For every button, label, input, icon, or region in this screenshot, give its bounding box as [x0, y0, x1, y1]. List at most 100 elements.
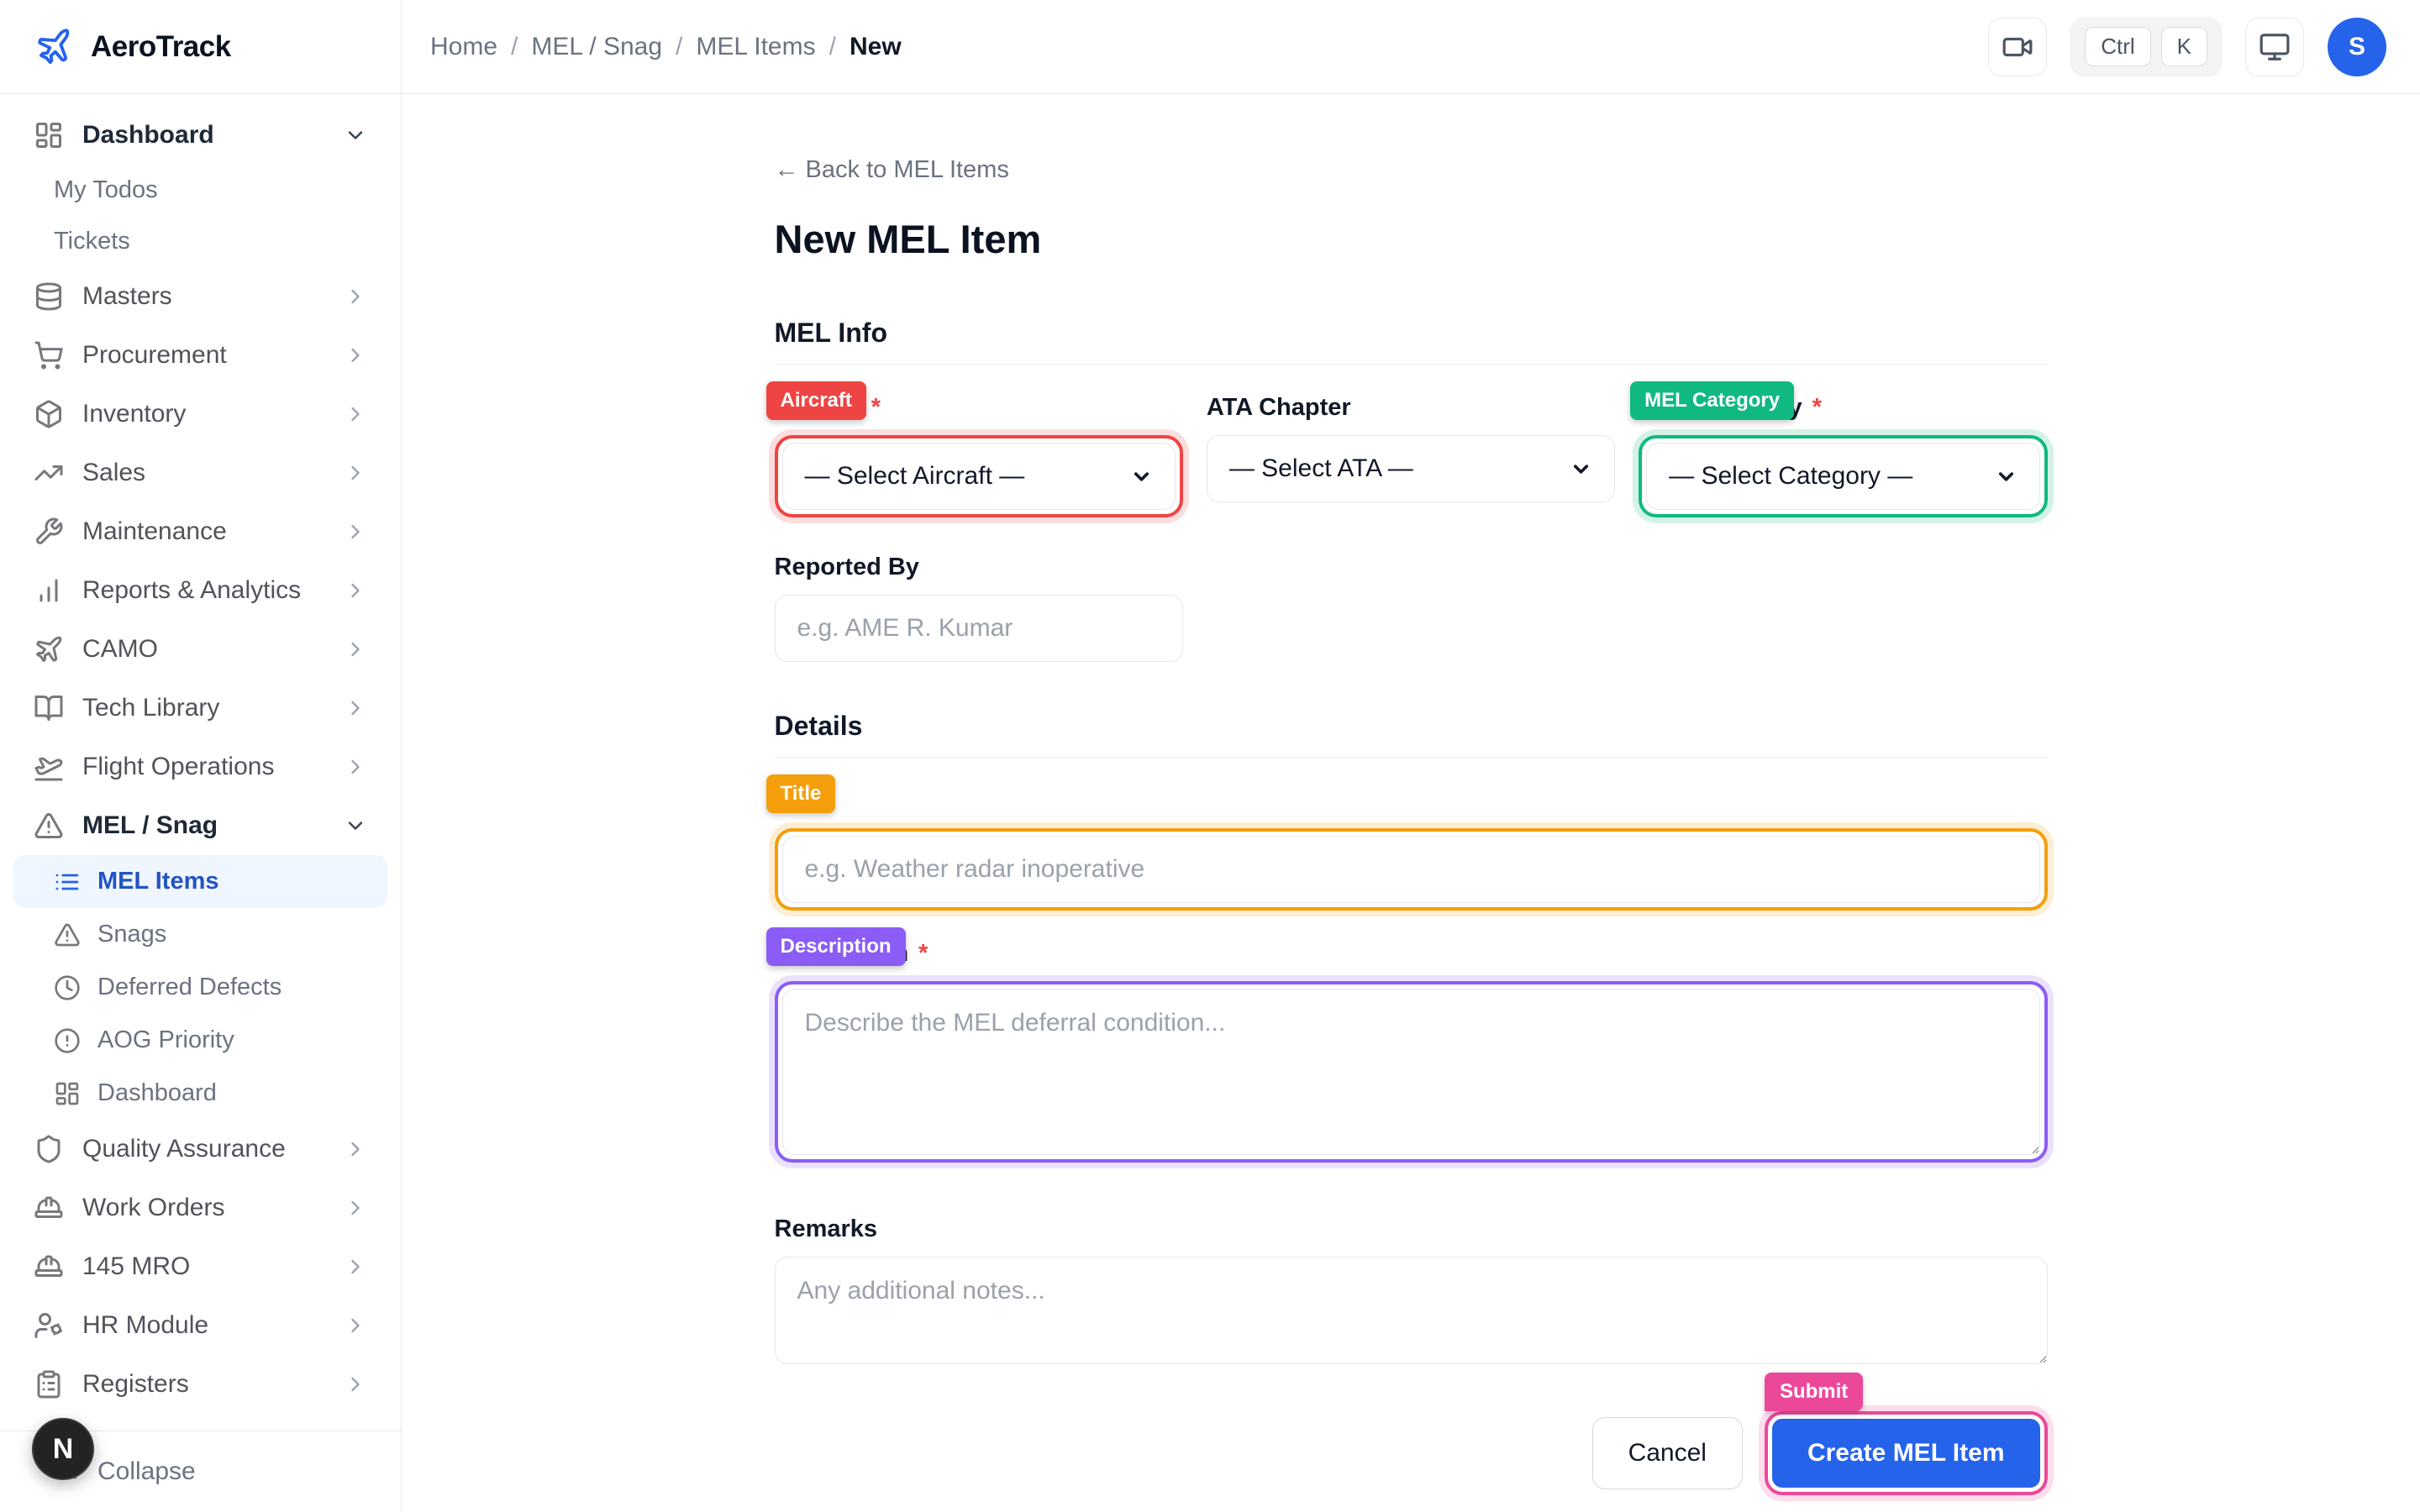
sidebar-item-camo[interactable]: CAMO [13, 620, 387, 679]
ata-chapter-select[interactable]: — Select ATA — [1206, 435, 1616, 502]
cancel-button[interactable]: Cancel [1591, 1417, 1743, 1489]
app-root: AeroTrack Dashboard My Todos Tickets Master… [0, 0, 2420, 1512]
field-mel-category: MEL Category * MEL Category — Select Cat… [1630, 381, 2048, 517]
chevron-down-icon [344, 123, 367, 147]
sidebar-item-mel-items[interactable]: MEL Items [13, 855, 387, 908]
sidebar-item-maintenance[interactable]: Maintenance [13, 502, 387, 561]
sidebar-item-label: My Todos [54, 176, 158, 203]
brand-logo[interactable]: AeroTrack [0, 0, 401, 94]
sidebar-item-sales[interactable]: Sales [13, 444, 387, 502]
plane-logo-icon [33, 25, 76, 69]
clock-icon [54, 974, 81, 1001]
sidebar-item-label: CAMO [82, 635, 158, 663]
sidebar-item-inventory[interactable]: Inventory [13, 385, 387, 444]
dev-overlay-badge[interactable]: N [32, 1418, 94, 1480]
collapse-sidebar-button[interactable]: Collapse [97, 1457, 196, 1486]
sidebar-item-dashboard[interactable]: Dashboard [13, 106, 387, 165]
database-icon [34, 281, 64, 312]
sidebar: AeroTrack Dashboard My Todos Tickets Master… [0, 0, 402, 1512]
main-area: Home / MEL / Snag / MEL Items / New Ctrl K S [402, 0, 2420, 1512]
field-aircraft: Aircraft * Aircraft — Select Aircraft — [765, 381, 1183, 517]
sidebar-item-snags[interactable]: Snags [13, 908, 387, 961]
sidebar-item-label: Reports & Analytics [82, 576, 302, 604]
breadcrumb-item-home[interactable]: Home [430, 33, 497, 61]
description-textarea[interactable] [781, 989, 2040, 1155]
mel-category-select[interactable]: — Select Category — [1646, 443, 2040, 510]
chevron-right-icon [344, 696, 367, 720]
required-asterisk: * [871, 393, 881, 421]
hard-hat-icon [34, 1252, 64, 1282]
sidebar-item-label: Dashboard [97, 1079, 217, 1106]
bar-chart-icon [34, 575, 64, 606]
aircraft-select[interactable]: — Select Aircraft — [781, 443, 1176, 510]
sidebar-item-label: Sales [82, 459, 146, 486]
command-palette-shortcut[interactable]: Ctrl K [2070, 17, 2222, 76]
field-remarks: Remarks [774, 1210, 2048, 1364]
wrench-icon [34, 517, 64, 547]
sidebar-item-label: Registers [82, 1370, 189, 1398]
chevron-down-icon [344, 814, 367, 837]
aircraft-highlight-ring: — Select Aircraft — [774, 435, 1183, 517]
chevron-right-icon [344, 1314, 367, 1337]
create-mel-item-button[interactable]: Create MEL Item [1771, 1419, 2040, 1488]
sidebar-item-work-orders[interactable]: Work Orders [13, 1179, 387, 1237]
sidebar-item-hr-module[interactable]: HR Module [13, 1296, 387, 1355]
sidebar-item-label: Quality Assurance [82, 1135, 286, 1163]
chevron-right-icon [344, 1255, 367, 1278]
breadcrumb-item-mel-items[interactable]: MEL Items [696, 33, 815, 61]
sidebar-item-mel-snag[interactable]: MEL / Snag [13, 796, 387, 855]
sidebar-item-quality-assurance[interactable]: Quality Assurance [13, 1120, 387, 1179]
field-reported-by: Reported By [774, 548, 1183, 662]
sidebar-item-label: Snags [97, 921, 167, 948]
chevron-right-icon [344, 1373, 367, 1396]
sidebar-item-tech-library[interactable]: Tech Library [13, 679, 387, 738]
title-annotation-badge: Title [765, 774, 836, 813]
user-cog-icon [34, 1310, 64, 1341]
submit-annotation-badge: Submit [1764, 1373, 1864, 1411]
title-highlight-ring [774, 828, 2048, 911]
chevron-right-icon [344, 579, 367, 602]
mel-info-grid: Aircraft * Aircraft — Select Aircraft — [765, 381, 2048, 662]
shield-icon [34, 1134, 64, 1164]
screen-record-button[interactable] [1988, 17, 2048, 76]
sidebar-item-label: Procurement [82, 341, 227, 369]
ctrl-keycap: Ctrl [2085, 27, 2151, 66]
sidebar-item-label: 145 MRO [82, 1252, 191, 1280]
clipboard-list-icon [34, 1369, 64, 1399]
breadcrumb-separator: / [829, 32, 836, 60]
mel-category-select-value: — Select Category — [1669, 462, 1913, 490]
sidebar-item-label: Maintenance [82, 517, 227, 545]
chevron-right-icon [344, 1196, 367, 1220]
user-avatar[interactable]: S [2328, 17, 2386, 76]
trending-up-icon [34, 458, 64, 488]
back-to-mel-items-link[interactable]: ← Back to MEL Items [775, 156, 1009, 184]
sidebar-item-label: AOG Priority [97, 1026, 234, 1053]
reported-by-input[interactable] [774, 595, 1183, 662]
display-mode-button[interactable] [2245, 17, 2304, 76]
sidebar-item-label: Masters [82, 282, 172, 310]
sidebar-item-masters[interactable]: Masters [13, 267, 387, 326]
chevron-down-icon [1130, 465, 1153, 488]
title-input[interactable] [781, 836, 2040, 903]
sidebar-item-reports-analytics[interactable]: Reports & Analytics [13, 561, 387, 620]
sidebar-item-procurement[interactable]: Procurement [13, 326, 387, 385]
chevron-right-icon [344, 461, 367, 485]
sidebar-item-deferred-defects[interactable]: Deferred Defects [13, 961, 387, 1014]
sidebar-item-registers[interactable]: Registers [13, 1355, 387, 1414]
sidebar-item-145-mro[interactable]: 145 MRO [13, 1237, 387, 1296]
remarks-label: Remarks [774, 1215, 878, 1242]
sidebar-item-dashboard[interactable]: Dashboard [13, 1067, 387, 1120]
remarks-textarea[interactable] [774, 1257, 2048, 1364]
sidebar-item-label: Flight Operations [82, 753, 275, 780]
chevron-right-icon [344, 638, 367, 661]
plane-icon [34, 634, 64, 664]
sidebar-nav: Dashboard My Todos Tickets Masters Procureme… [0, 94, 401, 1431]
sidebar-item-label: Work Orders [82, 1194, 225, 1221]
sidebar-item-flight-operations[interactable]: Flight Operations [13, 738, 387, 796]
hard-hat-icon [34, 1193, 64, 1223]
layout-dashboard-icon [54, 1080, 81, 1107]
breadcrumb-item-mel-snag[interactable]: MEL / Snag [531, 33, 662, 61]
sidebar-item-my-todos[interactable]: My Todos [13, 165, 387, 216]
sidebar-item-tickets[interactable]: Tickets [13, 216, 387, 267]
sidebar-item-aog-priority[interactable]: AOG Priority [13, 1014, 387, 1067]
